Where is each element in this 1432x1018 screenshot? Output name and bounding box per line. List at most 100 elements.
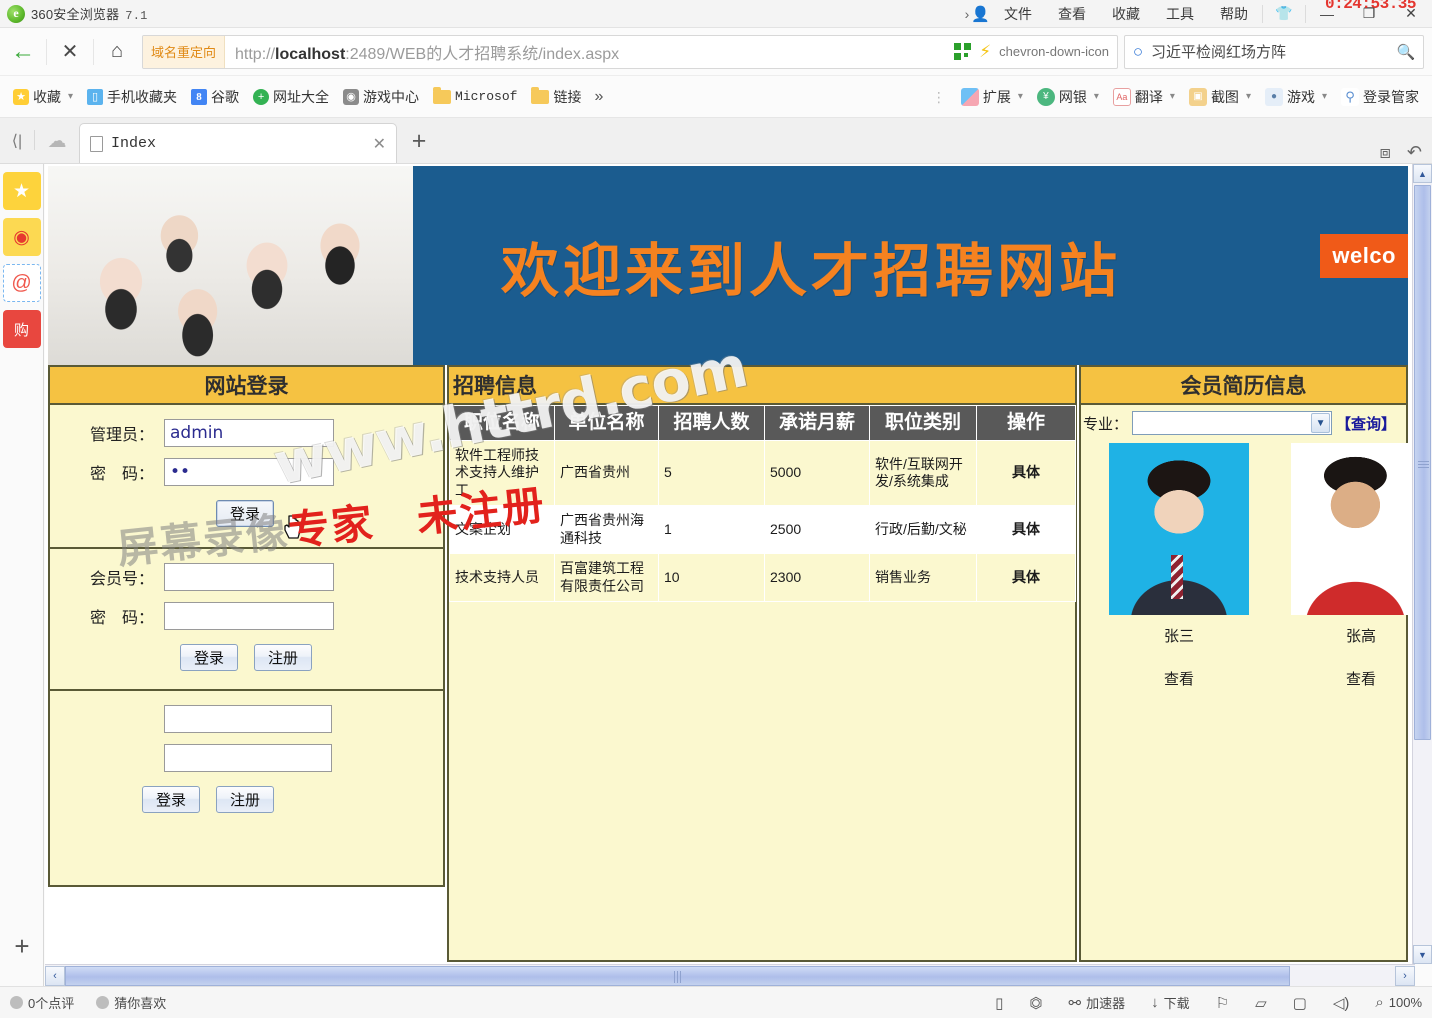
query-link[interactable]: 【查询】 [1336, 413, 1396, 434]
view-link[interactable]: 查看 [1291, 668, 1415, 689]
restore-window-icon[interactable]: ⧈ [1379, 142, 1390, 163]
tab-prev-icon[interactable]: ⟨| [0, 119, 34, 163]
user-caret-icon[interactable]: › [965, 6, 970, 22]
menu-help[interactable]: 帮助 [1220, 4, 1248, 24]
scroll-right-button[interactable]: › [1395, 965, 1415, 986]
cell-action[interactable]: 具体 [976, 505, 1076, 555]
admin-login-button[interactable]: 登录 [216, 500, 274, 527]
chevron-down-icon[interactable]: ▾ [1246, 91, 1251, 102]
status-privacy[interactable]: ⏣ [1029, 994, 1042, 1012]
chevron-down-icon[interactable]: ▼ [1311, 413, 1331, 433]
bookmark-google[interactable]: 8 谷歌 [184, 81, 246, 113]
sidebar-item-weibo[interactable]: ◉ [2, 218, 41, 256]
sidebar-item-favorites[interactable]: ★ [2, 172, 41, 210]
undo-icon[interactable]: ↶ [1407, 142, 1422, 163]
admin-username-input[interactable]: admin [164, 419, 334, 447]
bookmarks-overflow-icon[interactable]: » [588, 88, 609, 106]
home-button[interactable]: ⌂ [94, 29, 140, 75]
close-icon[interactable]: ✕ [373, 134, 386, 154]
sidebar-add-button[interactable]: + [0, 931, 44, 962]
table-row[interactable]: 文案企划 广西省贵州海通科技 1 2500 行政/后勤/文秘 具体 [449, 505, 1076, 555]
bookmark-links-folder[interactable]: 链接 [524, 81, 588, 113]
cell-action[interactable]: 具体 [976, 439, 1076, 507]
member-register-button[interactable]: 注册 [254, 644, 312, 671]
company-register-button[interactable]: 注册 [216, 786, 274, 813]
company-password-input[interactable] [164, 744, 332, 772]
horizontal-scroll-thumb[interactable] [65, 965, 1290, 986]
toolbar-screenshot[interactable]: ▣ 截图 ▾ [1182, 81, 1258, 113]
member-login-button[interactable]: 登录 [180, 644, 238, 671]
view-link[interactable]: 查看 [1109, 668, 1249, 689]
table-row[interactable]: 技术支持人员 百富建筑工程有限责任公司 10 2300 销售业务 具体 [449, 553, 1076, 603]
bookmark-microsoft-folder[interactable]: Microsof [426, 81, 524, 113]
status-accelerator[interactable]: ⚯ 加速器 [1069, 993, 1126, 1012]
qr-code-icon[interactable] [954, 43, 972, 60]
menu-tools[interactable]: 工具 [1166, 4, 1194, 24]
search-input[interactable]: 习近平检阅红场方阵 [1151, 41, 1389, 62]
admin-password-input[interactable]: •• [164, 458, 334, 486]
status-flag[interactable]: ⚐ [1216, 994, 1229, 1012]
skin-button[interactable]: 👕 [1263, 0, 1305, 27]
address-bar[interactable]: 域名重定向 http://localhost:2489/WEB的人才招聘系统/i… [142, 34, 1118, 69]
scroll-down-button[interactable]: ▼ [1413, 945, 1432, 964]
menu-favorites[interactable]: 收藏 [1112, 4, 1140, 24]
bookmark-mobile-favorites[interactable]: ▯ 手机收藏夹 [80, 81, 184, 113]
scroll-up-button[interactable]: ▲ [1413, 164, 1432, 183]
toolbar-online-banking[interactable]: ¥ 网银 ▾ [1030, 81, 1106, 113]
tab-index[interactable]: Index ✕ [79, 123, 397, 163]
bookmark-favorites[interactable]: ★ 收藏 ▾ [6, 81, 80, 113]
cloud-icon[interactable]: ☁ [35, 119, 79, 163]
account-person-icon[interactable]: 👤 [971, 5, 990, 23]
horizontal-scrollbar[interactable]: ‹ › [45, 964, 1415, 986]
vertical-scrollbar[interactable]: ▲ ▼ [1412, 164, 1432, 964]
chevron-down-icon[interactable]: ▾ [68, 91, 73, 102]
vertical-scroll-thumb[interactable] [1414, 185, 1431, 740]
major-select[interactable]: ▼ [1132, 411, 1333, 435]
status-comments[interactable]: 0个点评 [10, 993, 74, 1012]
new-tab-button[interactable]: + [397, 119, 441, 163]
list-item[interactable]: 张高 查看 [1291, 443, 1415, 689]
search-box[interactable]: ○ 习近平检阅红场方阵 🔍 [1124, 34, 1424, 69]
status-download[interactable]: ↓ 下载 [1151, 993, 1190, 1012]
list-item[interactable]: 张三 查看 [1109, 443, 1249, 689]
search-engine-logo[interactable]: ○ [1125, 42, 1151, 62]
chevron-down-icon[interactable]: ▾ [1322, 91, 1327, 102]
bookmark-sites-directory[interactable]: + 网址大全 [246, 81, 336, 113]
search-icon[interactable]: 🔍 [1389, 43, 1423, 61]
sidebar-item-mail[interactable]: @ [2, 264, 41, 302]
menu-file[interactable]: 文件 [1004, 4, 1032, 24]
member-id-input[interactable] [164, 563, 334, 591]
sidebar-item-shopping[interactable]: 购 [2, 310, 41, 348]
url-input[interactable]: http://localhost:2489/WEB的人才招聘系统/index.a… [225, 40, 954, 64]
status-shield[interactable]: ⏥ [1255, 994, 1267, 1012]
cell-action[interactable]: 具体 [976, 553, 1076, 603]
bookmark-game-center[interactable]: ◉ 游戏中心 [336, 81, 426, 113]
horizontal-scroll-track[interactable] [65, 965, 1395, 986]
status-sidebar-toggle[interactable]: ▢ [1293, 994, 1307, 1012]
company-login-button[interactable]: 登录 [142, 786, 200, 813]
toolbar-games[interactable]: ● 游戏 ▾ [1258, 81, 1334, 113]
toolbar-drag-handle[interactable]: ⋮ [924, 90, 954, 104]
back-button[interactable]: ← [0, 29, 46, 75]
redirect-badge[interactable]: 域名重定向 [143, 35, 226, 68]
status-phone-preview[interactable]: ▯ [995, 994, 1003, 1012]
toolbar-extensions[interactable]: 扩展 ▾ [954, 81, 1030, 113]
lightning-icon[interactable]: ⚡ [979, 42, 991, 62]
stop-button[interactable]: ✕ [47, 29, 93, 75]
toolbar-login-manager[interactable]: ⚲ 登录管家 [1334, 81, 1426, 113]
chevron-down-icon[interactable]: ▾ [1170, 91, 1175, 102]
company-id-input[interactable] [164, 705, 332, 733]
chevron-down-icon[interactable]: chevron-down-icon [999, 44, 1109, 59]
phone-icon: ▯ [87, 88, 104, 105]
chevron-down-icon[interactable]: ▾ [1094, 91, 1099, 102]
toolbar-translate[interactable]: Aa 翻译 ▾ [1106, 81, 1182, 113]
menu-view[interactable]: 查看 [1058, 4, 1086, 24]
member-password-input[interactable] [164, 602, 334, 630]
status-recommendations[interactable]: 猜你喜欢 [96, 993, 166, 1012]
status-volume[interactable]: ◁) [1333, 994, 1350, 1012]
table-row[interactable]: 软件工程师技术支持人维护工 广西省贵州 5 5000 软件/互联网开发/系统集成… [449, 439, 1076, 507]
cell-company: 百富建筑工程有限责任公司 [554, 553, 659, 603]
status-zoom[interactable]: ⌕ 100% [1375, 994, 1422, 1011]
chevron-down-icon[interactable]: ▾ [1018, 91, 1023, 102]
scroll-left-button[interactable]: ‹ [45, 965, 65, 986]
